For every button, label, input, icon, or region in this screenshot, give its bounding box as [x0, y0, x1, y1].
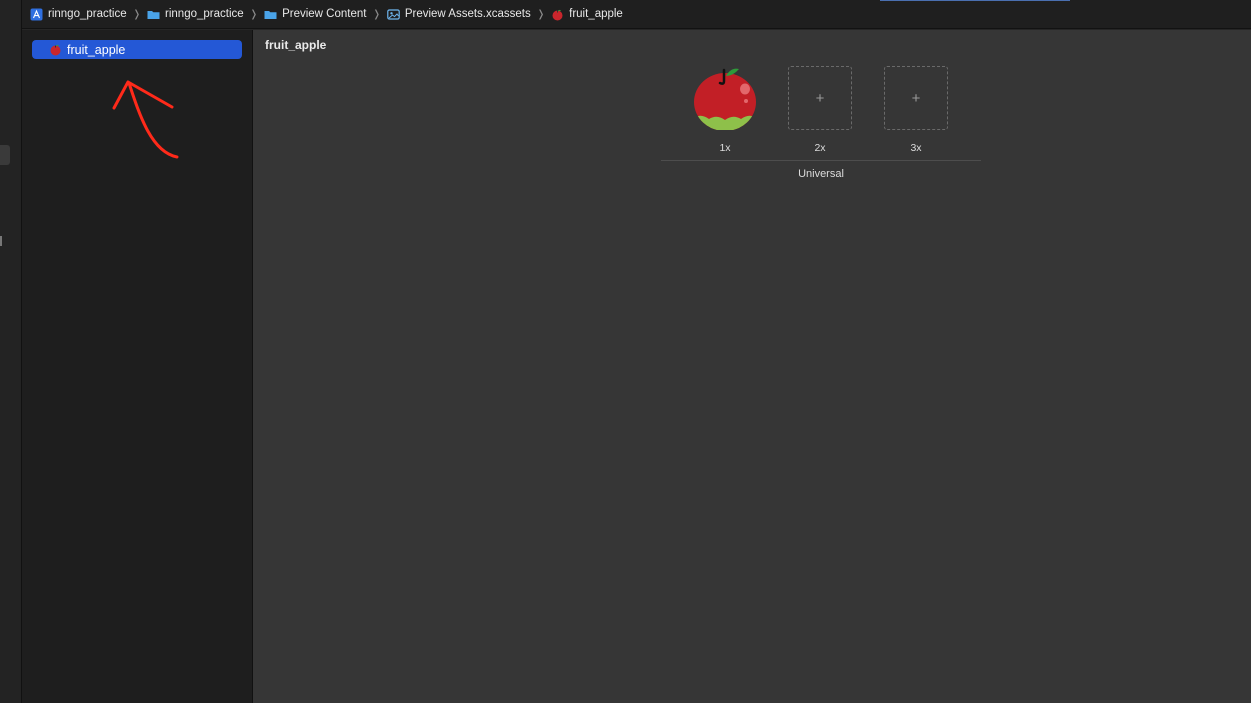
- breadcrumb-label: Preview Assets.xcassets: [404, 8, 531, 20]
- add-icon: +: [815, 89, 825, 107]
- add-icon: +: [911, 89, 921, 107]
- chevron-right-icon: ❭: [249, 8, 259, 20]
- asset-editor: fruit_apple + + 1x 2x 3x Universal: [253, 30, 1251, 703]
- asset-row-selected[interactable]: fruit_apple: [32, 40, 242, 59]
- slot-label-1x: 1x: [719, 142, 731, 154]
- slot-2x[interactable]: +: [788, 66, 852, 130]
- xcode-project-icon: [30, 8, 43, 20]
- slot-label-3x: 3x: [910, 142, 922, 154]
- asset-catalog-icon: [387, 8, 400, 20]
- apple-image: [694, 68, 756, 131]
- asset-title: fruit_apple: [265, 38, 327, 52]
- folder-icon: [264, 10, 277, 19]
- folder-icon: [147, 10, 160, 19]
- panel-handle[interactable]: [0, 145, 10, 165]
- asset-row-label: fruit_apple: [67, 42, 126, 57]
- tab-accent-line: [880, 0, 1070, 1]
- apple-image-icon: [552, 9, 563, 20]
- jump-bar: rinngo_practice ❭ rinngo_practice ❭ Prev…: [22, 0, 1251, 29]
- breadcrumb-label: rinngo_practice: [165, 8, 244, 20]
- breadcrumb-project[interactable]: rinngo_practice: [30, 8, 127, 21]
- apple-image-icon: [50, 44, 61, 56]
- asset-list-sidebar: fruit_apple: [22, 30, 253, 703]
- annotation-arrow-icon: [112, 80, 179, 159]
- chevron-right-icon: ❭: [536, 8, 546, 20]
- breadcrumb-label: fruit_apple: [569, 8, 623, 20]
- left-edge-panel: [0, 0, 22, 703]
- breadcrumb-label: Preview Content: [282, 8, 367, 20]
- chevron-right-icon: ❭: [132, 8, 142, 20]
- group-label: Universal: [798, 168, 844, 180]
- group-divider: [661, 160, 981, 161]
- breadcrumb-asset-catalog[interactable]: Preview Assets.xcassets: [387, 8, 531, 21]
- panel-marker: [0, 236, 2, 246]
- breadcrumb-group[interactable]: rinngo_practice: [147, 8, 244, 21]
- breadcrumb-asset[interactable]: fruit_apple: [551, 8, 623, 21]
- chevron-right-icon: ❭: [372, 8, 381, 20]
- slot-label-2x: 2x: [814, 142, 826, 154]
- breadcrumb-preview-content[interactable]: Preview Content: [264, 8, 366, 21]
- slot-3x[interactable]: +: [884, 66, 948, 130]
- slot-1x[interactable]: [693, 66, 757, 131]
- breadcrumb-label: rinngo_practice: [48, 8, 127, 20]
